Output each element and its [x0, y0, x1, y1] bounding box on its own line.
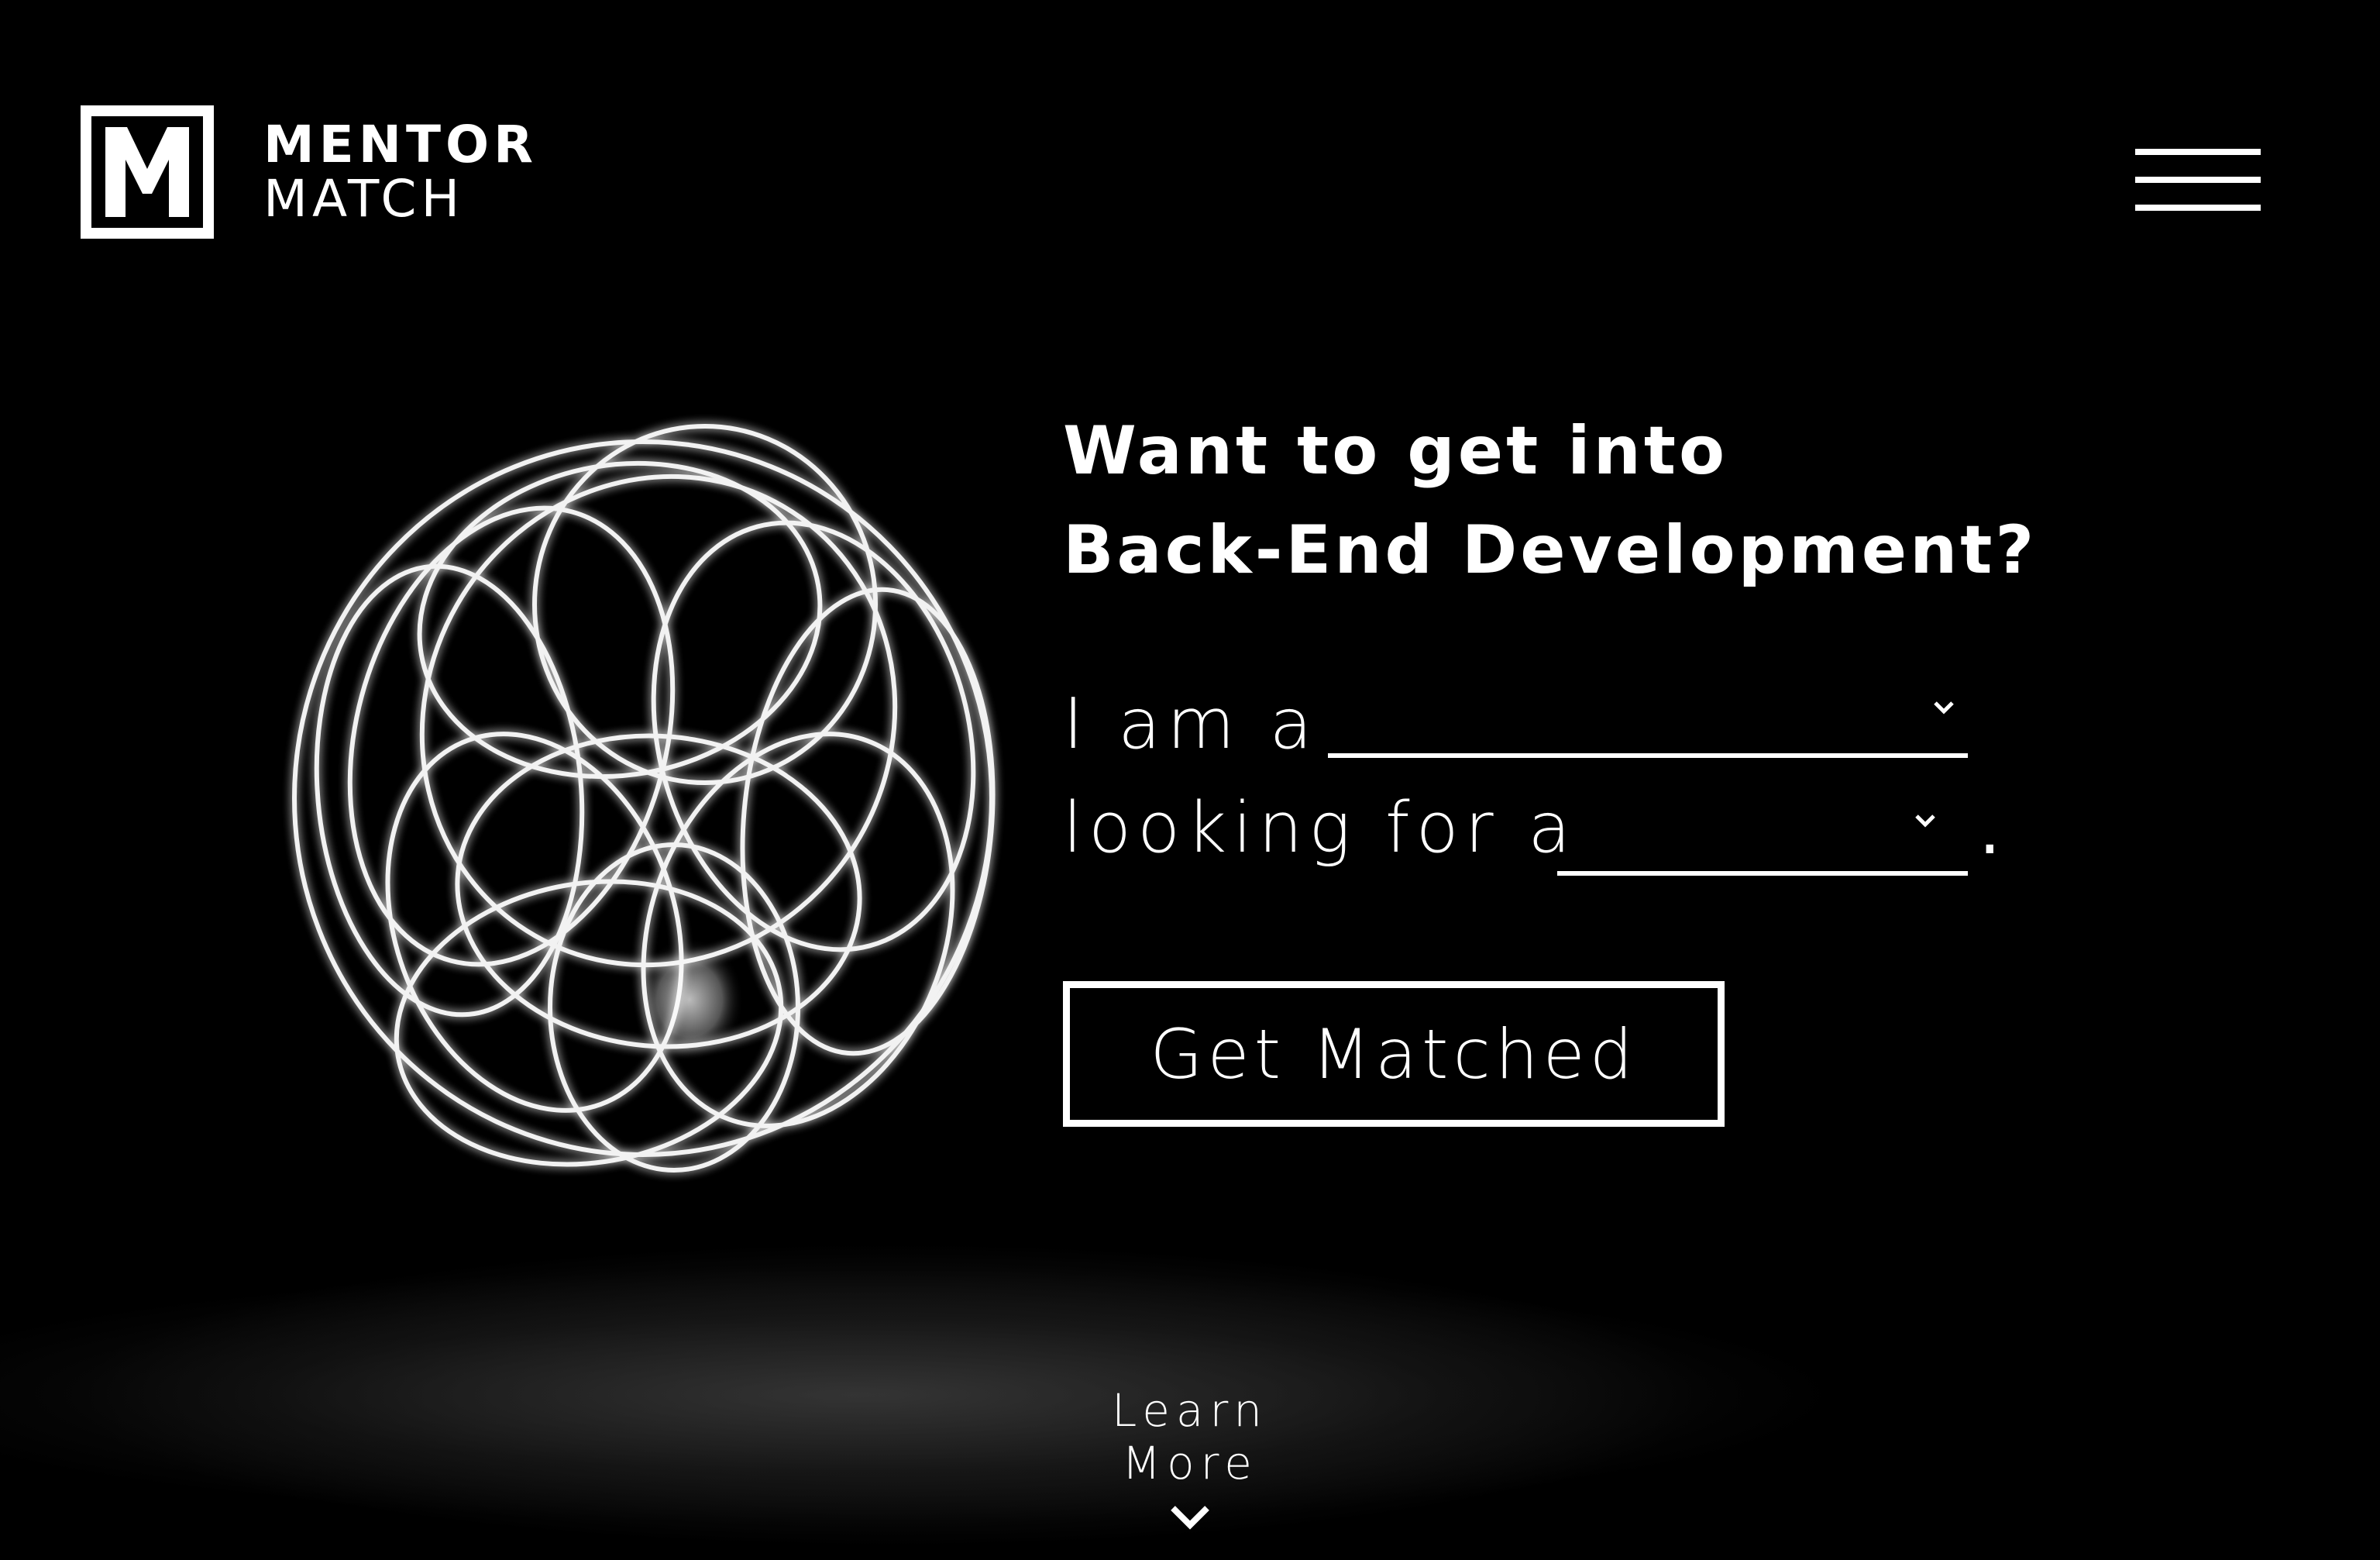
role-prefix: I am a: [1063, 684, 1319, 765]
chevron-down-icon: [1915, 814, 1935, 828]
chevron-down-icon: [1934, 701, 1954, 715]
brand-name-line2: MATCH: [263, 169, 465, 229]
headline-line1: Want to get into: [1063, 412, 1728, 490]
learn-more-link[interactable]: Learn More: [1035, 1384, 1345, 1530]
seeking-prefix: looking for a: [1063, 787, 1577, 869]
brand-name-line1: MENTOR: [263, 115, 538, 174]
brand-logo[interactable]: MENTOR MATCH: [81, 105, 538, 239]
headline-line2: Back-End Development?: [1063, 511, 2038, 589]
menu-button[interactable]: [2135, 149, 2261, 211]
learn-more-label: Learn More: [1111, 1384, 1269, 1489]
light-painting-image: [292, 424, 996, 1173]
role-select[interactable]: [1328, 701, 1968, 758]
chevron-down-icon: [1171, 1506, 1209, 1530]
get-matched-button[interactable]: Get Matched: [1063, 981, 1725, 1127]
seeking-select[interactable]: [1557, 814, 1968, 876]
brand-name: MENTOR MATCH: [263, 119, 538, 225]
logo-mark-icon: [81, 105, 214, 239]
hero-headline: Want to get into Back-End Development?: [1063, 401, 2037, 600]
sentence-period: .: [1979, 789, 2001, 870]
